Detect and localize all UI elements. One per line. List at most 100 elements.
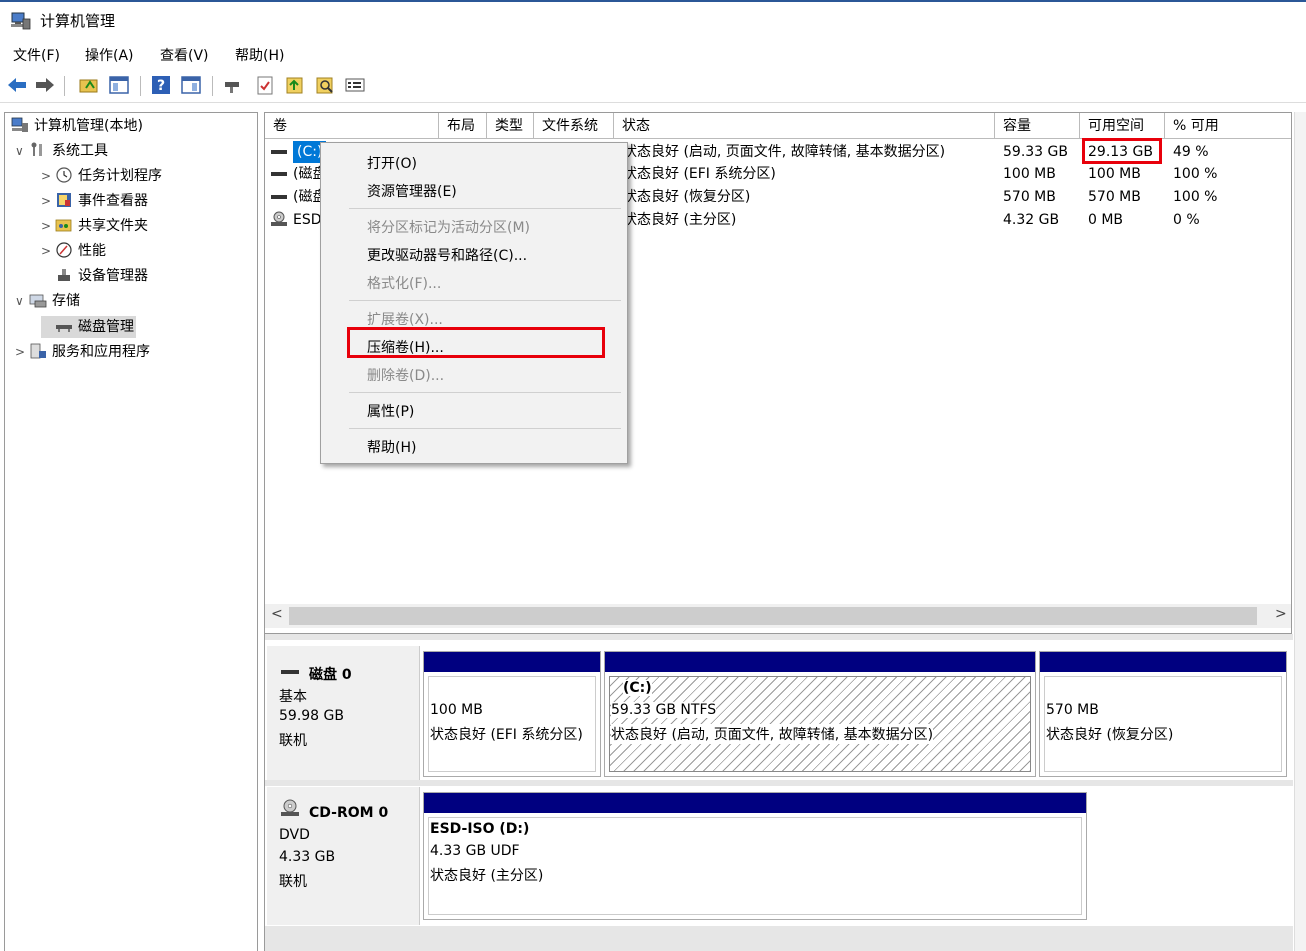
column-header-volume[interactable]: 卷 (265, 113, 439, 139)
volume-icon (271, 150, 287, 154)
disk-size: 59.98 GB (279, 708, 344, 724)
event-viewer-icon (57, 193, 71, 207)
disk-layout-area: 磁盘 0 基本 59.98 GB 联机 100 MB 状态良好 (EFI 系统分… (264, 634, 1293, 951)
column-header-free-space[interactable]: 可用空间 (1080, 113, 1165, 139)
volume-percent-free: 0 % (1173, 212, 1200, 228)
disk-management-icon (56, 325, 72, 332)
vertical-scrollbar[interactable] (1294, 112, 1306, 951)
scrollbar-thumb[interactable] (289, 607, 1257, 625)
volume-icon (271, 195, 287, 199)
forward-arrow-icon[interactable] (34, 74, 56, 96)
menu-help[interactable]: 帮助(H) (235, 45, 284, 65)
properties-icon[interactable] (344, 74, 366, 96)
chevron-right-icon[interactable]: > (41, 165, 55, 187)
disk-state: 联机 (279, 874, 307, 890)
free-space-highlight (1082, 138, 1162, 164)
disk-icon (281, 670, 299, 674)
tree-item-task-scheduler[interactable]: > 任务计划程序 (41, 165, 162, 187)
partition-c[interactable]: (C:) 59.33 GB NTFS 状态良好 (启动, 页面文件, 故障转储,… (604, 651, 1036, 777)
menu-view[interactable]: 查看(V) (160, 45, 209, 65)
column-header-layout[interactable]: 布局 (439, 113, 487, 139)
disk-label[interactable]: 磁盘 0 基本 59.98 GB 联机 (267, 646, 420, 786)
up-arrow-icon[interactable] (284, 74, 306, 96)
volume-capacity: 4.32 GB (1003, 212, 1060, 228)
partition-title: ESD-ISO (D:) (430, 821, 530, 837)
tree-item-storage[interactable]: ∨ 存储 (15, 290, 80, 312)
tree-item-label: 系统工具 (52, 143, 108, 159)
menu-item-format: 格式化(F)... (367, 276, 442, 292)
folder-up-icon[interactable] (78, 74, 100, 96)
scroll-right-icon[interactable]: > (1275, 606, 1287, 622)
menu-bar: 文件(F) 操作(A) 查看(V) 帮助(H) (0, 40, 1306, 68)
svg-text:?: ? (157, 78, 165, 94)
chevron-right-icon[interactable]: > (41, 215, 55, 237)
partition-esd-iso[interactable]: ESD-ISO (D:) 4.33 GB UDF 状态良好 (主分区) (423, 792, 1087, 920)
tree-item-performance[interactable]: > 性能 (41, 240, 106, 262)
shrink-volume-highlight (347, 327, 605, 358)
tree-item-event-viewer[interactable]: > 事件查看器 (41, 190, 148, 212)
disk-name: CD-ROM 0 (309, 805, 389, 821)
disk-type: 基本 (279, 689, 307, 705)
volume-free-space: 100 MB (1088, 166, 1141, 182)
back-arrow-icon[interactable] (6, 74, 28, 96)
menu-file[interactable]: 文件(F) (13, 45, 60, 65)
tools-icon (31, 142, 42, 156)
menu-item-help[interactable]: 帮助(H) (367, 437, 416, 457)
column-header-status[interactable]: 状态 (614, 113, 995, 139)
scroll-left-icon[interactable]: < (271, 606, 283, 622)
volume-percent-free: 49 % (1173, 144, 1209, 160)
title-bar: 计算机管理 (0, 0, 1306, 40)
search-icon[interactable] (314, 74, 336, 96)
tree-item-label: 计算机管理(本地) (34, 118, 143, 134)
disk-type: DVD (279, 827, 310, 843)
menu-item-open[interactable]: 打开(O) (367, 153, 417, 173)
partition-status: 状态良好 (恢复分区) (1046, 727, 1174, 743)
partition-status: 状态良好 (主分区) (430, 868, 544, 884)
tree-item-label: 共享文件夹 (78, 218, 148, 234)
tree-item-disk-management[interactable]: 磁盘管理 (41, 316, 136, 338)
show-hide-tree-icon[interactable] (108, 74, 130, 96)
tree-item-shared-folders[interactable]: > 共享文件夹 (41, 215, 148, 237)
checklist-icon[interactable] (254, 74, 276, 96)
volume-percent-free: 100 % (1173, 189, 1218, 205)
partition-recovery[interactable]: 570 MB 状态良好 (恢复分区) (1039, 651, 1287, 777)
services-icon (30, 343, 46, 359)
chevron-down-icon[interactable]: ∨ (15, 140, 29, 162)
cd-rom-icon (271, 211, 287, 226)
tree-item-label: 任务计划程序 (78, 168, 162, 184)
volume-status: 状态良好 (启动, 页面文件, 故障转储, 基本数据分区) (623, 144, 946, 160)
menu-item-change-drive-letter[interactable]: 更改驱动器号和路径(C)... (367, 245, 527, 265)
tree-item-device-manager[interactable]: 设备管理器 (41, 265, 148, 287)
chevron-down-icon[interactable]: ∨ (15, 290, 29, 312)
storage-icon (29, 294, 47, 308)
tree-item-services-apps[interactable]: > 服务和应用程序 (15, 341, 150, 363)
console-view-icon[interactable] (180, 74, 202, 96)
horizontal-scrollbar[interactable]: < > (265, 604, 1291, 628)
volume-capacity: 570 MB (1003, 189, 1056, 205)
menu-action[interactable]: 操作(A) (85, 45, 134, 65)
column-header-type[interactable]: 类型 (487, 113, 534, 139)
partition-size: 570 MB (1046, 702, 1099, 718)
tree-item-system-tools[interactable]: ∨ 系统工具 (15, 140, 108, 162)
tree-item-label: 事件查看器 (78, 193, 148, 209)
tree-item-label: 性能 (78, 243, 106, 259)
column-header-filesystem[interactable]: 文件系统 (534, 113, 614, 139)
chevron-right-icon[interactable]: > (41, 240, 55, 262)
volume-percent-free: 100 % (1173, 166, 1218, 182)
shared-folder-icon (55, 219, 72, 232)
help-icon[interactable]: ? (150, 74, 172, 96)
connect-icon[interactable] (222, 74, 244, 96)
menu-item-properties[interactable]: 属性(P) (367, 401, 414, 421)
partition-status: 状态良好 (启动, 页面文件, 故障转储, 基本数据分区) (611, 724, 934, 744)
volume-status: 状态良好 (EFI 系统分区) (623, 166, 776, 182)
tree-item-label: 设备管理器 (78, 268, 148, 284)
chevron-right-icon[interactable]: > (41, 190, 55, 212)
chevron-right-icon[interactable]: > (15, 341, 29, 363)
volume-free-space: 0 MB (1088, 212, 1124, 228)
cdrom-label[interactable]: CD-ROM 0 DVD 4.33 GB 联机 (267, 787, 420, 925)
column-header-percent-free[interactable]: % 可用 (1165, 113, 1291, 139)
tree-item-computer-management[interactable]: 计算机管理(本地) (11, 115, 143, 137)
menu-item-explorer[interactable]: 资源管理器(E) (367, 181, 457, 201)
partition-efi[interactable]: 100 MB 状态良好 (EFI 系统分区) (423, 651, 601, 777)
column-header-capacity[interactable]: 容量 (995, 113, 1080, 139)
